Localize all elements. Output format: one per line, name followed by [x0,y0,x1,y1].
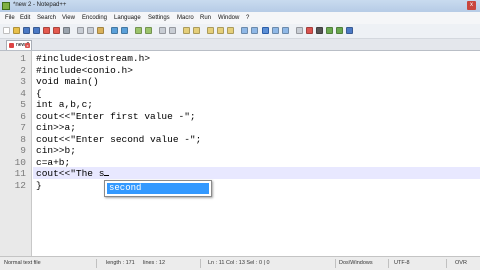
code-line-current: cout<<"The s [36,168,110,180]
line-number: 9 [20,145,26,156]
focus-icon[interactable] [296,27,303,34]
status-insert-mode[interactable]: OVR [455,260,467,267]
status-encoding[interactable]: UTF-8 [394,260,410,267]
status-lines: lines : 12 [143,260,166,266]
menu-file[interactable]: File [5,14,15,22]
status-divider [446,259,447,268]
stop-macro-icon[interactable] [316,27,323,34]
code-editor[interactable] [32,51,480,256]
line-number: 10 [14,156,26,168]
menu-settings[interactable]: Settings [148,14,170,22]
status-eol[interactable]: Dos\Windows [339,260,373,267]
code-line: cout<<"Enter first value -"; [36,110,196,122]
close-file-icon[interactable] [43,27,50,34]
status-file-type: Normal text file [4,260,41,266]
zoom-out-icon[interactable] [169,27,176,34]
save-all-icon[interactable] [33,27,40,34]
notepadpp-app-icon [2,2,10,10]
print-icon[interactable] [63,27,70,34]
line-number: 11 [14,168,26,179]
notepadpp-window: *new 2 - Notepad++ x File Edit Search Vi… [0,0,480,270]
zoom-in-icon[interactable] [159,27,166,34]
title-bar[interactable]: *new 2 - Notepad++ x [0,0,480,12]
code-line: cin>>a; [36,122,76,133]
line-number: 7 [20,122,26,133]
cut-icon[interactable] [77,27,84,34]
status-divider [335,259,336,268]
code-line: cout<<"Enter second value -"; [36,133,202,145]
document-map-icon[interactable] [251,27,258,34]
tab-bar: new 2 x [0,39,480,51]
window-close-button[interactable]: x [467,1,476,10]
code-line: cin>>b; [36,145,76,156]
menu-run[interactable]: Run [200,14,211,22]
menu-bar: File Edit Search View Encoding Language … [0,12,480,24]
sync-horizontal-icon[interactable] [193,27,200,34]
line-number: 6 [20,110,26,122]
line-number: 8 [20,133,26,145]
code-line: c=a+b; [36,156,71,168]
menu-encoding[interactable]: Encoding [82,14,107,22]
status-bar: Normal text file length : 171 lines : 12… [0,256,480,270]
autocomplete-popup: second [104,180,212,197]
line-number: 3 [20,76,26,87]
line-number: 1 [20,53,26,64]
show-all-characters-icon[interactable] [217,27,224,34]
autocomplete-suggestion[interactable]: second [107,183,209,194]
replace-icon[interactable] [145,27,152,34]
open-folder-icon[interactable] [13,27,20,34]
undo-icon[interactable] [111,27,118,34]
tab-close-button[interactable]: x [25,43,30,48]
status-divider [388,259,389,268]
code-line: #include<conio.h> [36,64,133,76]
code-line: #include<iostream.h> [36,53,151,64]
run-macro-multiple-icon[interactable] [336,27,343,34]
menu-macro[interactable]: Macro [177,14,194,22]
record-macro-icon[interactable] [306,27,313,34]
text-caret [104,175,110,176]
play-macro-icon[interactable] [326,27,333,34]
status-divider [200,259,201,268]
code-line: int a,b,c; [36,99,94,110]
status-divider [96,259,97,268]
find-icon[interactable] [135,27,142,34]
function-list-icon[interactable] [262,27,269,34]
code-line: } [36,179,42,191]
folder-workspace-icon[interactable] [272,27,279,34]
close-all-icon[interactable] [53,27,60,34]
code-line: void main() [36,76,99,87]
menu-view[interactable]: View [62,14,75,22]
toolbar [0,24,480,39]
code-line: { [36,87,42,99]
menu-language[interactable]: Language [114,14,141,22]
unsaved-file-icon [9,43,14,48]
code-line-text: cout<<"The s [36,168,105,179]
line-number: 12 [14,179,26,191]
indent-guide-icon[interactable] [227,27,234,34]
monitoring-icon[interactable] [282,27,289,34]
menu-window[interactable]: Window [218,14,239,22]
line-number: 2 [20,64,26,76]
window-title: *new 2 - Notepad++ [13,2,67,8]
user-language-icon[interactable] [241,27,248,34]
status-position: Ln : 11 Col : 13 Sel : 0 | 0 [208,260,270,266]
paste-icon[interactable] [97,27,104,34]
menu-edit[interactable]: Edit [20,14,30,22]
save-macro-icon[interactable] [346,27,353,34]
new-file-icon[interactable] [3,27,10,34]
sync-vertical-icon[interactable] [183,27,190,34]
line-number-gutter: 1 2 3 4 5 6 7 8 9 10 11 12 [0,51,32,256]
save-icon[interactable] [23,27,30,34]
menu-search[interactable]: Search [37,14,56,22]
line-number: 5 [20,99,26,110]
word-wrap-icon[interactable] [207,27,214,34]
status-length: length : 171 [106,260,135,266]
tab-new-2[interactable]: new 2 x [6,40,32,50]
copy-icon[interactable] [87,27,94,34]
line-number: 4 [20,87,26,99]
menu-help[interactable]: ? [246,14,249,22]
redo-icon[interactable] [121,27,128,34]
